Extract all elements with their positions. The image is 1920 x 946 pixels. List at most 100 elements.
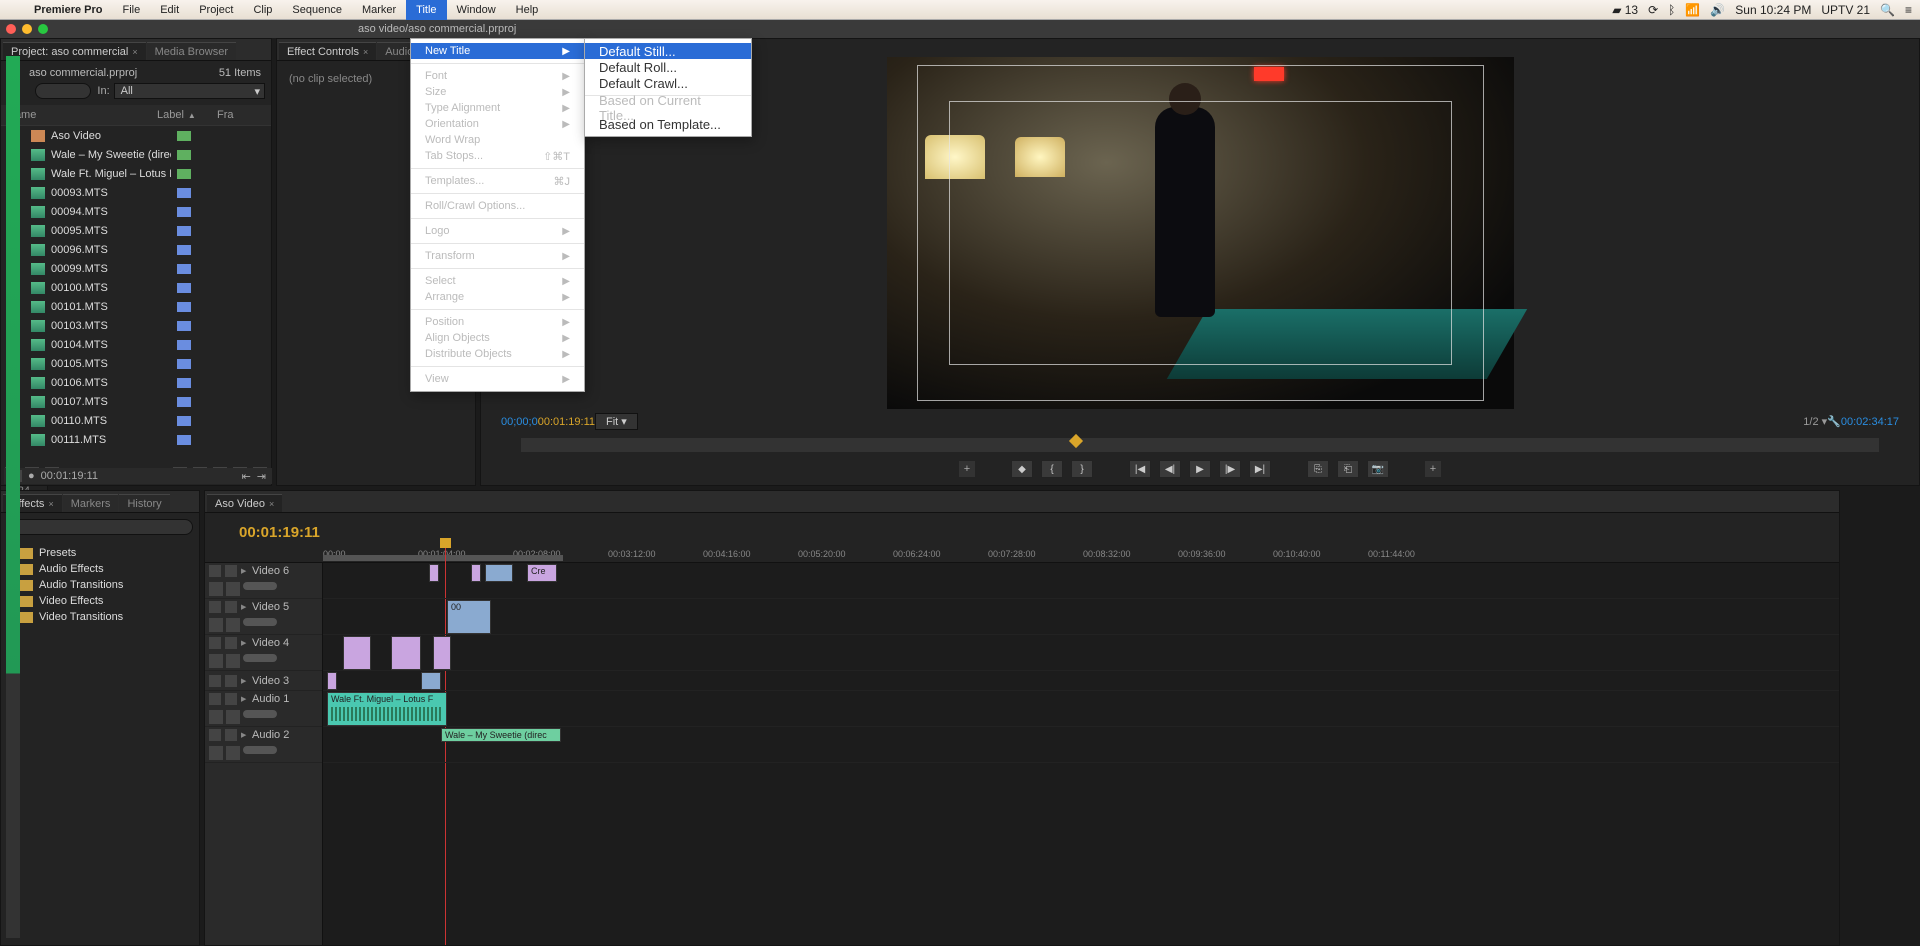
go-to-out-button[interactable]: ▶| (1249, 460, 1271, 478)
timeline-clip[interactable]: Cre (527, 564, 557, 582)
label-swatch[interactable] (177, 416, 191, 426)
label-swatch[interactable] (177, 169, 191, 179)
go-to-in-button[interactable]: |◀ (1129, 460, 1151, 478)
column-label-header[interactable]: Label▲ (157, 109, 217, 121)
label-swatch[interactable] (177, 302, 191, 312)
settings-icon[interactable]: 🔧 (1827, 415, 1841, 428)
tab-markers[interactable]: Markers (63, 494, 119, 512)
mark-out-button[interactable]: } (1071, 460, 1093, 478)
label-swatch[interactable] (177, 378, 191, 388)
solo-button[interactable] (226, 582, 240, 596)
menu-title[interactable]: Title (406, 0, 446, 20)
disclosure-triangle-icon[interactable]: ▶ (241, 639, 249, 647)
timeline-playhead-timecode[interactable]: 00:01:19:11 (229, 520, 330, 545)
window-close-button[interactable] (6, 24, 16, 34)
mute-button[interactable] (209, 710, 223, 724)
timeline-clip[interactable] (433, 636, 451, 670)
in-filter-dropdown[interactable]: All (114, 83, 265, 99)
program-scrub-bar[interactable] (521, 438, 1879, 452)
project-search-input[interactable] (35, 83, 91, 99)
timeline-clip[interactable] (485, 564, 513, 582)
toggle-sync-lock-icon[interactable] (225, 637, 237, 649)
clock[interactable]: Sun 10:24 PM (1735, 3, 1811, 17)
menu-window[interactable]: Window (447, 0, 506, 20)
bluetooth-icon[interactable]: ᛒ (1668, 3, 1675, 17)
project-item-row[interactable]: 00110.MTS (1, 411, 271, 430)
solo-button[interactable] (226, 710, 240, 724)
timeline-clip[interactable] (471, 564, 481, 582)
close-icon[interactable]: × (269, 499, 274, 509)
toggle-sync-lock-icon[interactable] (225, 601, 237, 613)
project-bin-list[interactable]: Aso VideoWale – My Sweetie (directWale F… (1, 126, 271, 446)
project-item-row[interactable]: 00099.MTS (1, 259, 271, 278)
audio-track-header[interactable]: ▶Audio 2 (205, 727, 322, 763)
submenu-item-default-still[interactable]: Default Still... (585, 43, 751, 59)
solo-button[interactable] (226, 746, 240, 760)
tab-media-browser[interactable]: Media Browser (147, 42, 236, 60)
effects-folder[interactable]: ▶Audio Transitions (7, 577, 193, 593)
effects-folder[interactable]: ▶Presets (7, 545, 193, 561)
step-forward-button[interactable]: |▶ (1219, 460, 1241, 478)
disclosure-triangle-icon[interactable]: ▶ (241, 567, 249, 575)
timeline-clip[interactable]: Wale – My Sweetie (direc (441, 728, 561, 742)
menu-clip[interactable]: Clip (243, 0, 282, 20)
label-swatch[interactable] (177, 150, 191, 160)
label-swatch[interactable] (177, 131, 191, 141)
volume-slider[interactable] (243, 618, 277, 626)
timeline-clip[interactable] (421, 672, 441, 690)
label-swatch[interactable] (177, 245, 191, 255)
menu-edit[interactable]: Edit (150, 0, 189, 20)
timeline-clip[interactable] (391, 636, 421, 670)
toggle-sync-lock-icon[interactable] (225, 565, 237, 577)
label-swatch[interactable] (177, 435, 191, 445)
extract-button[interactable]: ⎗ (1337, 460, 1359, 478)
solo-icon[interactable] (225, 693, 237, 705)
timeline-clip[interactable]: 00 (447, 600, 491, 634)
creative-cloud-icon[interactable]: ▰ 13 (1612, 3, 1638, 17)
timeline-clip[interactable] (429, 564, 439, 582)
lift-button[interactable]: ⎘ (1307, 460, 1329, 478)
project-item-row[interactable]: Wale – My Sweetie (direct (1, 145, 271, 164)
effects-tree[interactable]: ▶Presets▶Audio Effects▶Audio Transitions… (1, 541, 199, 629)
video-track[interactable] (323, 635, 1839, 671)
column-name-header[interactable]: Name (7, 109, 157, 121)
label-swatch[interactable] (177, 188, 191, 198)
export-frame-button[interactable]: 📷 (1367, 460, 1389, 478)
disclosure-triangle-icon[interactable]: ▶ (241, 695, 249, 703)
zoom-fit-dropdown[interactable]: Fit ▾ (595, 413, 638, 430)
volume-slider[interactable] (243, 582, 277, 590)
menu-sequence[interactable]: Sequence (282, 0, 352, 20)
project-item-row[interactable]: 00107.MTS (1, 392, 271, 411)
disclosure-triangle-icon[interactable]: ▶ (241, 731, 249, 739)
solo-button[interactable] (226, 618, 240, 632)
column-framerate-header[interactable]: Fra (217, 109, 234, 121)
goto-out-icon[interactable]: ⇥ (257, 470, 266, 483)
mute-button[interactable] (209, 654, 223, 668)
submenu-item-default-crawl[interactable]: Default Crawl... (585, 75, 751, 91)
window-minimize-button[interactable] (22, 24, 32, 34)
toggle-track-output-icon[interactable] (209, 565, 221, 577)
label-swatch[interactable] (177, 283, 191, 293)
mute-icon[interactable] (209, 693, 221, 705)
tab-project[interactable]: Project: aso commercial× (3, 42, 146, 60)
notification-center-icon[interactable]: ≡ (1905, 3, 1912, 17)
timeline-clip[interactable] (343, 636, 371, 670)
project-item-row[interactable]: 00101.MTS (1, 297, 271, 316)
effects-folder[interactable]: ▶Video Effects (7, 593, 193, 609)
effects-folder[interactable]: ▶Audio Effects (7, 561, 193, 577)
timeline-tracks-area[interactable]: Cre00Wale Ft. Miguel – Lotus FWale – My … (323, 563, 1839, 945)
project-item-row[interactable]: 00096.MTS (1, 240, 271, 259)
project-item-row[interactable]: Aso Video (1, 126, 271, 145)
video-track-header[interactable]: ▶Video 5 (205, 599, 322, 635)
toggle-track-output-icon[interactable] (209, 601, 221, 613)
add-button-right[interactable]: + (1425, 461, 1441, 477)
play-button[interactable]: ▶ (1189, 460, 1211, 478)
project-item-row[interactable]: 00105.MTS (1, 354, 271, 373)
volume-slider[interactable] (243, 746, 277, 754)
add-marker-button[interactable]: ◆ (1011, 460, 1033, 478)
solo-button[interactable] (226, 654, 240, 668)
menu-item-new-title[interactable]: New Title▶ (411, 43, 584, 59)
label-swatch[interactable] (177, 321, 191, 331)
playhead-handle-icon[interactable] (440, 538, 451, 548)
mark-in-button[interactable]: { (1041, 460, 1063, 478)
